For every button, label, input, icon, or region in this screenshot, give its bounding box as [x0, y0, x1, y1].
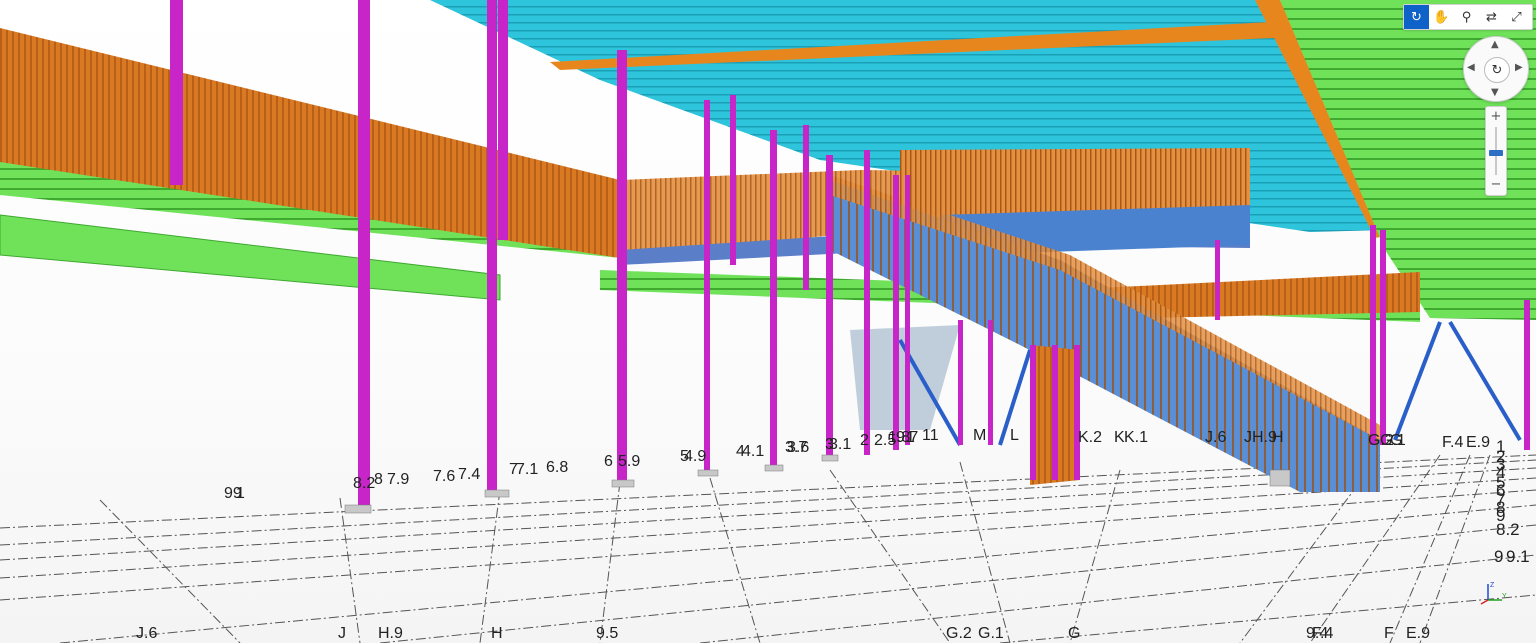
base-plates [344, 454, 1291, 514]
grid-label: 2 [860, 432, 869, 449]
orbit-center-icon[interactable]: ↻ [1484, 57, 1510, 83]
grid-label: 3.1 [829, 436, 851, 453]
navigation-wheel[interactable]: ▲ ▼ ◀ ▶ ↻ [1463, 36, 1529, 102]
grid-label: F.4 [1312, 625, 1333, 642]
chevron-right-icon[interactable]: ▶ [1515, 62, 1523, 73]
zoom-slider-thumb[interactable] [1489, 150, 1503, 157]
axis-y-label: Y [1502, 593, 1507, 600]
grid-label: E.9 [1466, 434, 1490, 451]
grid-label: 8 [374, 471, 383, 488]
axis-triad: Z Y [1480, 582, 1507, 605]
grid-label: 7.9 [387, 471, 409, 488]
structural-model-scene[interactable]: 9918.28 7.9 7.6 7.4 77.1 6.8 6 5.9 54.9 44.1 3.73.… [0, 0, 1536, 643]
grid-label: G.1 [978, 625, 1004, 642]
grid-label: M [973, 427, 986, 444]
pan-hand-icon[interactable]: ✋ [1429, 5, 1454, 29]
grid-label: 9 [1494, 547, 1503, 566]
grid-label: 7.6 [433, 468, 455, 485]
grid-label: 8.2 [1496, 520, 1520, 539]
grid-label: K.1 [1124, 429, 1148, 446]
grid-label: 5.9 [618, 453, 640, 470]
walk-icon[interactable]: ⚲ [1454, 5, 1479, 29]
chevron-left-icon[interactable]: ◀ [1467, 62, 1475, 73]
orbit-icon[interactable]: ↻ [1404, 5, 1429, 29]
grid-label: 6.8 [546, 459, 568, 476]
grid-label: H [1272, 429, 1284, 446]
grid-label: 3.6 [787, 439, 809, 456]
zoom-out-button[interactable]: − [1486, 177, 1506, 193]
grid-labels-near: J.6 J H.9 H 9.5 G.2 G.1 G 9.4F.4 F E.9 [136, 625, 1430, 642]
view-toolbar: ↻ ✋ ⚲ ⇄ ⤢ [1403, 4, 1533, 30]
grid-label: J [1244, 429, 1252, 446]
grid-label: E.9 [1406, 625, 1430, 642]
grid-label: 4.9 [684, 448, 706, 465]
grid-label: J.6 [136, 625, 157, 642]
grid-label: K.2 [1078, 429, 1102, 446]
grid-label: 9.5 [596, 625, 618, 642]
zoom-control: + − [1485, 106, 1507, 196]
grid-label: 6 [604, 453, 613, 470]
grid-label: J [338, 625, 346, 642]
grid-label: G.2 [946, 625, 972, 642]
zoom-in-button[interactable]: + [1486, 109, 1506, 125]
grid-label: H [491, 625, 503, 642]
grid-label: 9.1 [1506, 547, 1530, 566]
grid-label: F.4 [1442, 434, 1463, 451]
grid-label: J.6 [1205, 429, 1226, 446]
grid-label: 8.2 [353, 475, 375, 492]
chevron-up-icon[interactable]: ▲ [1491, 39, 1499, 50]
grid-label: G [1068, 625, 1080, 642]
grid-label: 7.1 [516, 461, 538, 478]
grid-label: H.9 [378, 625, 403, 642]
grid-label: F [1384, 625, 1394, 642]
axis-z-label: Z [1490, 582, 1495, 589]
chevron-down-icon[interactable]: ▼ [1491, 87, 1499, 98]
grid-label: 7.4 [458, 466, 480, 483]
grid-label: 9.7 [896, 429, 918, 446]
grid-label: L [1010, 427, 1019, 444]
expand-icon[interactable]: ⤢ [1504, 5, 1529, 29]
grid-label: 11 [922, 427, 939, 444]
grid-label: 1 [236, 485, 245, 502]
grid-label: 4.1 [742, 443, 764, 460]
grid-label: G [1390, 432, 1402, 449]
model-viewport[interactable]: 99 1 8.2 8 7.9 7.6 7.4 7 7.1 6.8 6 5.9 5 4.9 4 4.1 3.7 3.… [0, 0, 1536, 643]
swap-icon[interactable]: ⇄ [1479, 5, 1504, 29]
